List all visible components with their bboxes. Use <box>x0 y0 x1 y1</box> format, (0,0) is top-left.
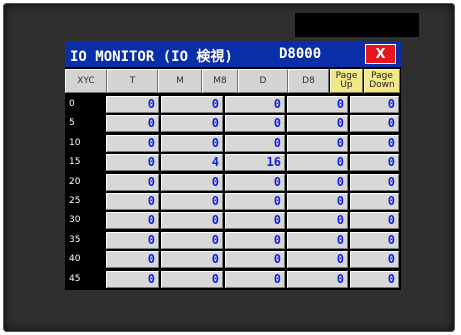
value-cell[interactable]: 0 <box>225 212 285 229</box>
value-cell[interactable]: 0 <box>161 232 223 249</box>
row-address-label: 0 <box>69 99 75 109</box>
row-address-label: 10 <box>69 138 81 148</box>
header-xyc[interactable]: XYC <box>65 69 107 93</box>
value-cell[interactable]: 0 <box>161 212 223 229</box>
value-cell[interactable]: 0 <box>287 115 348 132</box>
page-up-button[interactable]: Page Up <box>330 69 363 93</box>
io-monitor-screen: IO MONITOR (IO 検視) D8000 X XYC T M M8 D D8 Pag… <box>65 42 401 290</box>
value-cell[interactable]: 0 <box>350 115 399 132</box>
value-cell[interactable]: 0 <box>106 251 159 268</box>
value-cell[interactable]: 0 <box>225 135 285 152</box>
value-cell[interactable]: 0 <box>106 271 159 288</box>
row-address-label: 20 <box>69 177 81 187</box>
value-cell[interactable]: 0 <box>350 271 399 288</box>
page-down-button[interactable]: Page Down <box>364 69 400 93</box>
value-cell[interactable]: 16 <box>225 154 285 171</box>
value-cell[interactable]: 0 <box>225 174 285 191</box>
value-cell[interactable]: 0 <box>225 96 285 113</box>
value-cell[interactable]: 0 <box>225 193 285 210</box>
header-m[interactable]: M <box>158 69 202 93</box>
status-display <box>295 13 419 37</box>
value-cell[interactable]: 0 <box>161 271 223 288</box>
value-cell[interactable]: 0 <box>350 251 399 268</box>
value-cell[interactable]: 0 <box>287 232 348 249</box>
value-cell[interactable]: 0 <box>106 154 159 171</box>
row-address-label: 40 <box>69 254 81 264</box>
title-bar: IO MONITOR (IO 検視) D8000 X <box>65 42 401 67</box>
value-cell[interactable]: 0 <box>225 115 285 132</box>
value-cell[interactable]: 0 <box>225 232 285 249</box>
header-d8[interactable]: D8 <box>288 69 329 93</box>
value-cell[interactable]: 0 <box>161 193 223 210</box>
row-address-label: 30 <box>69 215 81 225</box>
value-cell[interactable]: 0 <box>350 135 399 152</box>
value-cell[interactable]: 0 <box>287 174 348 191</box>
value-cell[interactable]: 0 <box>106 232 159 249</box>
register-label: D8000 <box>279 46 322 62</box>
value-cell[interactable]: 0 <box>161 174 223 191</box>
value-cell[interactable]: 0 <box>106 212 159 229</box>
value-cell[interactable]: 0 <box>350 212 399 229</box>
value-cell[interactable]: 0 <box>106 96 159 113</box>
header-t[interactable]: T <box>107 69 158 93</box>
page-button-label: Down <box>369 80 395 90</box>
value-cell[interactable]: 0 <box>287 154 348 171</box>
value-cell[interactable]: 0 <box>106 135 159 152</box>
value-cell[interactable]: 0 <box>161 135 223 152</box>
value-cell[interactable]: 0 <box>287 212 348 229</box>
value-cell[interactable]: 0 <box>350 232 399 249</box>
value-cell[interactable]: 0 <box>106 174 159 191</box>
value-cell[interactable]: 0 <box>161 115 223 132</box>
header-m8[interactable]: M8 <box>202 69 238 93</box>
header-d[interactable]: D <box>238 69 288 93</box>
row-address-label: 25 <box>69 196 81 206</box>
value-cell[interactable]: 0 <box>350 154 399 171</box>
close-button[interactable]: X <box>365 44 396 64</box>
value-cell[interactable]: 0 <box>225 271 285 288</box>
value-cell[interactable]: 0 <box>287 193 348 210</box>
row-address-label: 45 <box>69 274 81 284</box>
value-cell[interactable]: 0 <box>225 251 285 268</box>
value-cell[interactable]: 0 <box>287 251 348 268</box>
value-cell[interactable]: 0 <box>350 174 399 191</box>
value-cell[interactable]: 0 <box>287 96 348 113</box>
value-cell[interactable]: 4 <box>161 154 223 171</box>
value-cell[interactable]: 0 <box>161 96 223 113</box>
value-cell[interactable]: 0 <box>350 193 399 210</box>
row-address-label: 35 <box>69 235 81 245</box>
value-cell[interactable]: 0 <box>161 251 223 268</box>
value-cell[interactable]: 0 <box>287 271 348 288</box>
value-cell[interactable]: 0 <box>106 193 159 210</box>
value-cell[interactable]: 0 <box>287 135 348 152</box>
row-address-label: 15 <box>69 157 81 167</box>
value-cell[interactable]: 0 <box>350 96 399 113</box>
value-cell[interactable]: 0 <box>106 115 159 132</box>
page-button-label: Up <box>340 80 353 90</box>
row-address-label: 5 <box>69 118 75 128</box>
window-title: IO MONITOR (IO 検視) <box>70 49 233 65</box>
